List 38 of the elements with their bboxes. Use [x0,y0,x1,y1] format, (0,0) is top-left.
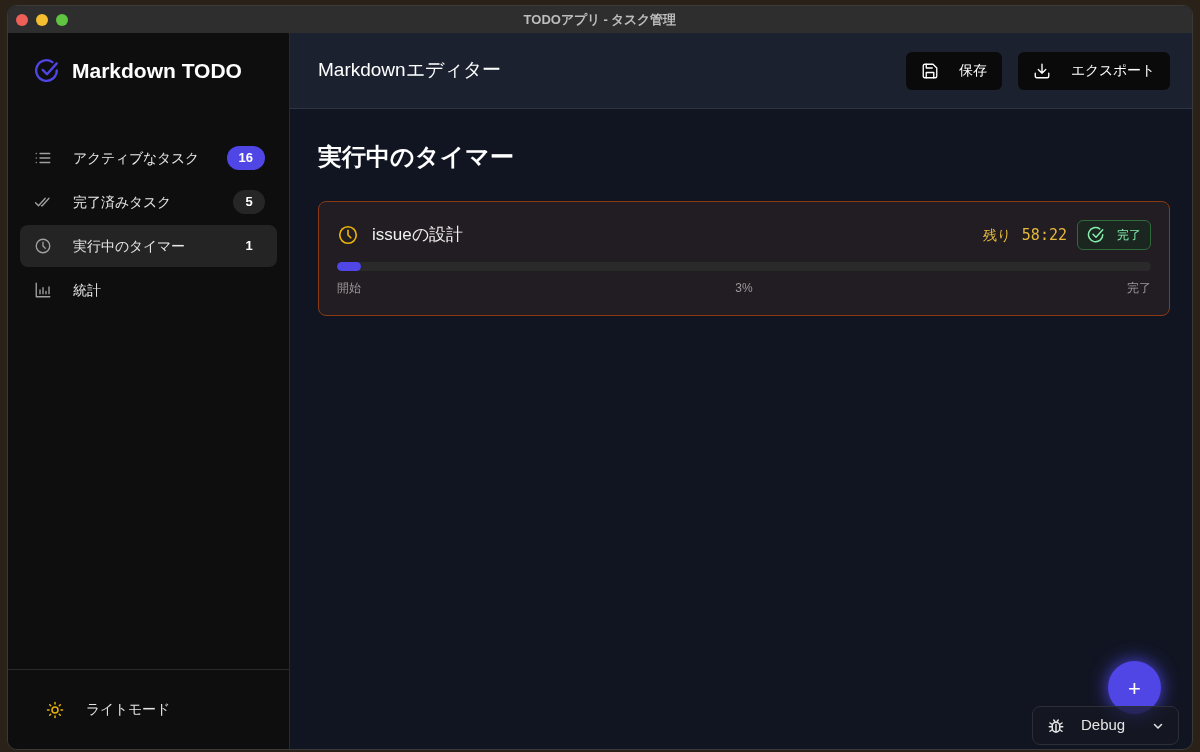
start-label: 開始 [337,280,361,297]
section-heading: 実行中のタイマー [318,142,515,172]
remaining-time: 58:22 [1021,224,1067,246]
remaining-label: 残り [982,225,1011,245]
debug-dropdown[interactable]: Debug [1032,706,1179,745]
bar-chart-icon [34,281,52,299]
count-badge: 5 [233,190,265,214]
save-button[interactable]: 保存 [906,51,1002,90]
editor-title: Markdownエディター [318,58,501,83]
export-button[interactable]: エクスポート [1018,51,1170,90]
end-label: 完了 [1127,280,1151,297]
bug-icon [1047,716,1065,735]
sun-icon [46,700,64,719]
sidebar-item-label: 完了済みタスク [73,192,172,212]
complete-button[interactable]: 完了 [1077,220,1151,250]
percent-label: 3% [735,280,753,297]
app-name: Markdown TODO [72,58,242,85]
clock-icon [337,224,359,246]
light-mode-toggle[interactable]: ライトモード [8,699,208,720]
count-badge: 16 [226,146,265,170]
sidebar-item-label: 統計 [73,280,102,300]
clock-icon [34,237,52,255]
debug-label: Debug [1081,715,1126,736]
window-title: TODOアプリ - タスク管理 [523,10,677,29]
sidebar-item[interactable]: 完了済みタスク 5 [20,181,277,223]
sidebar-item-label: 実行中のタイマー [73,236,186,256]
zoom-window-button[interactable] [56,13,68,26]
sidebar-item[interactable]: 統計 [20,269,277,311]
check-circle-logo-icon [34,58,60,84]
sidebar-item-label: アクティブなタスク [73,148,200,168]
sidebar-item[interactable]: アクティブなタスク 16 [20,137,277,179]
check-circle-icon [1087,226,1105,244]
timer-task-title: issueの設計 [372,224,464,247]
download-icon [1033,61,1051,80]
close-window-button[interactable] [16,13,28,26]
minimize-window-button[interactable] [36,13,48,26]
sidebar-item[interactable]: 実行中のタイマー 1 [20,225,277,267]
count-label: 1 [244,237,254,256]
